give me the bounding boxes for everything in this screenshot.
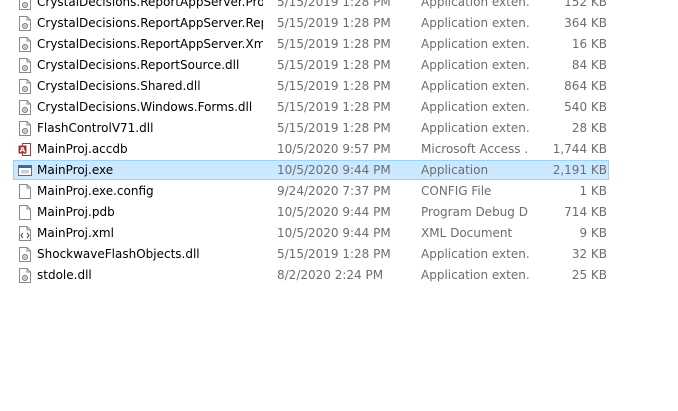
file-type: XML Document: [421, 226, 513, 240]
file-name: MainProj.xml: [37, 226, 114, 240]
file-size: 2,191 KB: [552, 163, 607, 177]
file-date: 9/24/2020 7:37 PM: [277, 184, 391, 198]
file-size: 864 KB: [564, 79, 607, 93]
file-size: 1 KB: [579, 184, 607, 198]
file-type: Program Debug D...: [421, 205, 529, 219]
file-row[interactable]: ShockwaveFlashObjects.dll 5/15/2019 1:28…: [0, 244, 678, 265]
dll-icon: [18, 58, 32, 73]
file-row[interactable]: FlashControlV71.dll 5/15/2019 1:28 PM Ap…: [0, 118, 678, 139]
file-type: Application exten...: [421, 121, 529, 135]
file-row[interactable]: A MainProj.accdb 10/5/2020 9:57 PM Micro…: [0, 139, 678, 160]
file-row[interactable]: MainProj.xml 10/5/2020 9:44 PM XML Docum…: [0, 223, 678, 244]
file-icon: [18, 184, 32, 199]
file-name: FlashControlV71.dll: [37, 121, 154, 135]
file-row[interactable]: MainProj.exe.config 9/24/2020 7:37 PM CO…: [0, 181, 678, 202]
file-name: MainProj.accdb: [37, 142, 128, 156]
file-list: CrystalDecisions.ReportAppServer.Promp..…: [0, 0, 678, 286]
file-date: 5/15/2019 1:28 PM: [277, 16, 391, 30]
file-type: Application: [421, 163, 489, 177]
dll-icon: [18, 268, 32, 283]
file-size: 714 KB: [564, 205, 607, 219]
file-size: 32 KB: [571, 247, 607, 261]
file-name: stdole.dll: [37, 268, 92, 282]
dll-icon: [18, 79, 32, 94]
file-date: 8/2/2020 2:24 PM: [277, 268, 384, 282]
file-name: CrystalDecisions.ReportSource.dll: [37, 58, 240, 72]
file-row[interactable]: CrystalDecisions.ReportSource.dll 5/15/2…: [0, 55, 678, 76]
file-size: 152 KB: [564, 0, 607, 9]
file-date: 10/5/2020 9:44 PM: [277, 205, 391, 219]
file-type: Application exten...: [421, 79, 529, 93]
file-date: 5/15/2019 1:28 PM: [277, 247, 391, 261]
file-type: Application exten...: [421, 100, 529, 114]
file-type: Application exten...: [421, 247, 529, 261]
file-date: 5/15/2019 1:28 PM: [277, 37, 391, 51]
file-size: 540 KB: [564, 100, 607, 114]
file-name: MainProj.exe: [37, 163, 114, 177]
file-type: Application exten...: [421, 0, 529, 9]
file-row[interactable]: CrystalDecisions.Shared.dll 5/15/2019 1:…: [0, 76, 678, 97]
file-type: Application exten...: [421, 268, 529, 282]
file-row-selected[interactable]: MainProj.exe 10/5/2020 9:44 PM Applicati…: [0, 160, 678, 181]
dll-icon: [18, 37, 32, 52]
dll-icon: [18, 16, 32, 31]
file-size: 364 KB: [564, 16, 607, 30]
file-date: 5/15/2019 1:28 PM: [277, 121, 391, 135]
file-date: 5/15/2019 1:28 PM: [277, 58, 391, 72]
file-row[interactable]: CrystalDecisions.ReportAppServer.XmlSe..…: [0, 34, 678, 55]
file-name: CrystalDecisions.ReportAppServer.XmlSe..…: [37, 37, 263, 51]
file-type: Microsoft Access ...: [421, 142, 529, 156]
file-date: 5/15/2019 1:28 PM: [277, 100, 391, 114]
file-name: CrystalDecisions.ReportAppServer.Report.…: [37, 16, 263, 30]
file-name: CrystalDecisions.ReportAppServer.Promp..…: [37, 0, 263, 9]
dll-icon: [18, 247, 32, 262]
file-date: 5/15/2019 1:28 PM: [277, 79, 391, 93]
file-name: MainProj.pdb: [37, 205, 115, 219]
file-size: 16 KB: [571, 37, 607, 51]
dll-icon: [18, 100, 32, 115]
file-size: 84 KB: [571, 58, 607, 72]
file-size: 9 KB: [579, 226, 607, 240]
file-size: 1,744 KB: [552, 142, 607, 156]
file-date: 10/5/2020 9:57 PM: [277, 142, 391, 156]
dll-icon: [18, 0, 32, 10]
file-name: CrystalDecisions.Shared.dll: [37, 79, 201, 93]
access-icon: A: [18, 142, 32, 157]
file-size: 28 KB: [571, 121, 607, 135]
file-row[interactable]: CrystalDecisions.Windows.Forms.dll 5/15/…: [0, 97, 678, 118]
file-row[interactable]: CrystalDecisions.ReportAppServer.Promp..…: [0, 0, 678, 13]
svg-text:A: A: [20, 146, 26, 154]
file-date: 10/5/2020 9:44 PM: [277, 163, 391, 177]
exe-icon: [18, 163, 32, 178]
file-name: CrystalDecisions.Windows.Forms.dll: [37, 100, 253, 114]
xml-icon: [18, 226, 32, 241]
file-size: 25 KB: [571, 268, 607, 282]
file-type: Application exten...: [421, 58, 529, 72]
file-row[interactable]: MainProj.pdb 10/5/2020 9:44 PM Program D…: [0, 202, 678, 223]
file-row[interactable]: stdole.dll 8/2/2020 2:24 PM Application …: [0, 265, 678, 286]
file-type: Application exten...: [421, 16, 529, 30]
file-date: 5/15/2019 1:28 PM: [277, 0, 391, 9]
file-type: Application exten...: [421, 37, 529, 51]
file-name: ShockwaveFlashObjects.dll: [37, 247, 200, 261]
file-date: 10/5/2020 9:44 PM: [277, 226, 391, 240]
file-row[interactable]: CrystalDecisions.ReportAppServer.Report.…: [0, 13, 678, 34]
file-name: MainProj.exe.config: [37, 184, 154, 198]
dll-icon: [18, 121, 32, 136]
file-type: CONFIG File: [421, 184, 492, 198]
file-icon: [18, 205, 32, 220]
